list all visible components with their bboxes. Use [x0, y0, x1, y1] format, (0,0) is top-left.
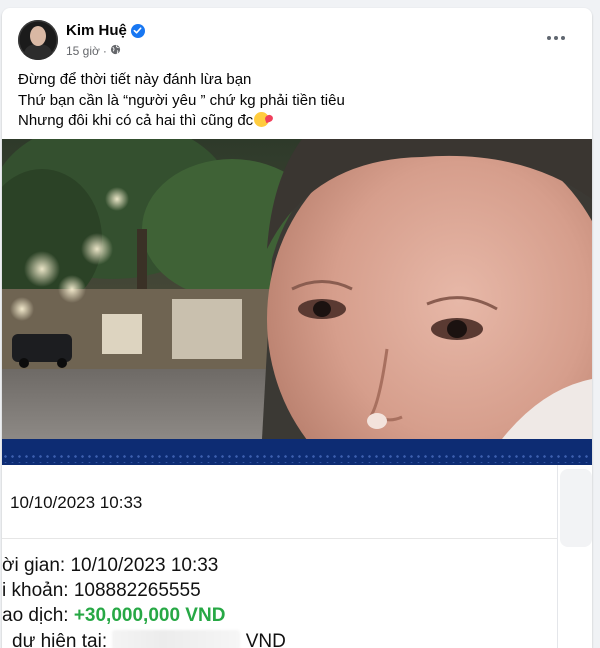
receipt-account-row: i khoản: 108882265555: [2, 580, 201, 602]
author-name-row: Kim Huệ: [66, 22, 145, 39]
caption-line-2: Thứ bạn cần là “người yêu ” chứ kg phải …: [18, 91, 345, 109]
post-timestamp[interactable]: 15 giờ: [66, 44, 100, 58]
post-card: Kim Huệ 15 giờ · Đừng để thời tiết này đ…: [2, 8, 592, 648]
post-caption: Đừng để thời tiết này đánh lừa bạn Thứ b…: [18, 70, 345, 132]
receipt-balance-label: dư hiện tại:: [12, 631, 108, 648]
globe-icon[interactable]: [110, 44, 121, 58]
receipt-time-value: 10/10/2023 10:33: [70, 555, 219, 576]
caption-line-3-row: Nhưng đôi khi có cả hai thì cũng đc: [18, 111, 345, 132]
author-name[interactable]: Kim Huệ: [66, 22, 127, 39]
receipt-balance-currency: VND: [245, 631, 286, 648]
receipt-balance-row: dư hiện tại: VND: [12, 630, 286, 648]
selfie-photo-illustration: [2, 139, 592, 439]
caption-line-1: Đừng để thời tiết này đánh lừa bạn: [18, 71, 252, 88]
post-photo[interactable]: [2, 139, 592, 439]
receipt-account-value: 108882265555: [73, 580, 201, 601]
receipt-transaction-label: ao dịch:: [2, 605, 69, 626]
smiling-face-with-hearts-emoji: [254, 112, 270, 127]
receipt-divider: [2, 538, 557, 539]
receipt-date-header: 10/10/2023 10:33: [10, 493, 143, 512]
receipt-side-panel: [560, 469, 592, 547]
receipt-banner: [2, 439, 592, 465]
author-avatar[interactable]: [18, 20, 58, 60]
receipt-transaction-amount: +30,000,000 VND: [73, 605, 226, 626]
receipt-balance-redacted: [112, 630, 241, 648]
receipt-transaction-row: ao dịch: +30,000,000 VND: [2, 605, 225, 627]
meta-separator: ·: [102, 44, 107, 58]
receipt-time-label: ời gian:: [2, 555, 66, 576]
receipt-account-label: i khoản:: [2, 580, 69, 601]
caption-line-3: Nhưng đôi khi có cả hai thì cũng đc: [18, 112, 254, 129]
more-options-icon[interactable]: [538, 28, 574, 48]
receipt-time-row: ời gian: 10/10/2023 10:33: [2, 555, 218, 577]
verified-badge-icon: [130, 23, 145, 38]
bank-receipt-image: 10/10/2023 10:33 ời gian: 10/10/2023 10:…: [2, 439, 592, 648]
post-meta: 15 giờ ·: [66, 44, 121, 58]
